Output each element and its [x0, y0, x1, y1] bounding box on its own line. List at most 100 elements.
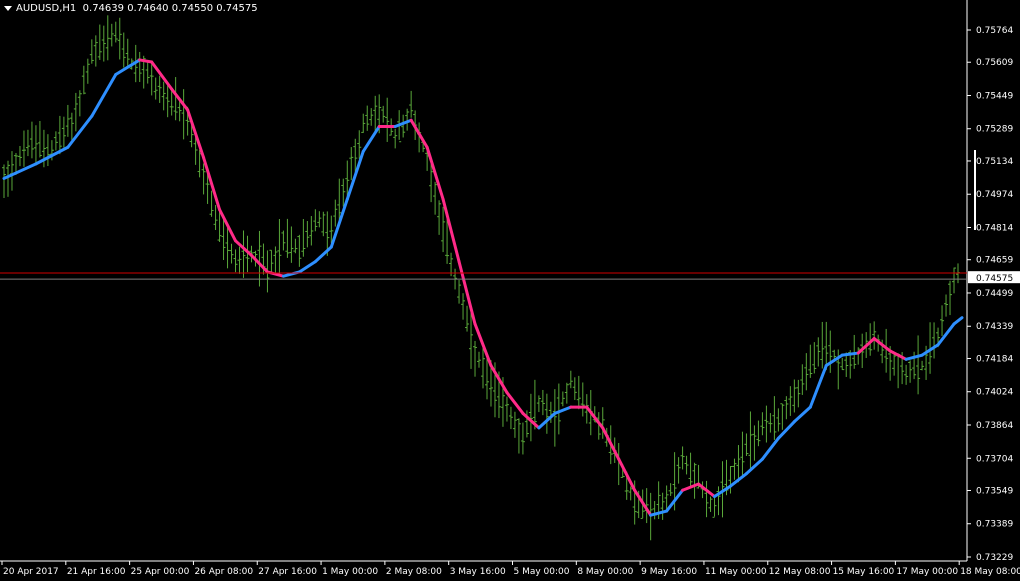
candle-bar — [948, 280, 953, 316]
candle-bar — [285, 218, 290, 258]
candle-bar — [309, 216, 314, 246]
candle-bar — [564, 382, 569, 404]
candle-bar — [157, 75, 162, 103]
candle-bar — [540, 389, 545, 416]
candle-bar — [125, 38, 130, 67]
x-tick-label: 1 May 00:00 — [322, 567, 378, 577]
candle-bar — [852, 334, 857, 369]
ma-segment-up — [744, 457, 764, 476]
x-tick-label: 9 May 16:00 — [641, 567, 697, 577]
y-tick-label: 0.74814 — [976, 223, 1013, 233]
candle-bar — [580, 382, 585, 417]
candle-bar — [361, 113, 366, 133]
candle-bar — [385, 97, 390, 142]
candle-bar — [85, 58, 90, 84]
candle-bar — [437, 200, 442, 235]
ma-segment-down — [150, 60, 174, 91]
candle-bar — [688, 452, 693, 487]
candle-bar — [732, 458, 737, 480]
ma-segment-up — [90, 72, 118, 118]
candle-bar — [792, 379, 797, 413]
candle-bar — [109, 23, 114, 47]
candle-bar — [37, 120, 42, 158]
candle-bar — [788, 386, 793, 416]
candle-bar — [97, 24, 102, 60]
candle-bar — [461, 293, 466, 320]
y-tick-label: 0.74974 — [976, 190, 1013, 200]
ma-segment-up — [808, 364, 828, 409]
candle-bar — [736, 445, 741, 483]
candle-bar — [576, 375, 581, 410]
price-chart[interactable]: 0.75764 0.75609 0.75449 0.75289 0.75134 0.749… — [0, 0, 1020, 581]
candle-bar — [768, 413, 773, 433]
candle-bar — [53, 131, 58, 151]
ma-segment-down — [138, 58, 154, 64]
candle-bar — [652, 500, 657, 520]
candle-bar — [105, 15, 110, 61]
candle-bar — [113, 21, 118, 43]
x-tick-label: 12 May 08:00 — [769, 567, 831, 577]
candle-bar — [740, 431, 745, 477]
candle-bar — [512, 411, 517, 438]
candle-bar — [916, 335, 921, 395]
ma-segment-up — [760, 436, 780, 461]
candle-bar — [321, 211, 326, 237]
candle-bar — [704, 480, 709, 518]
current-price-label: 0.74575 — [976, 274, 1013, 284]
candle-bar — [520, 422, 525, 455]
candle-bar — [952, 267, 957, 294]
candle-bar — [441, 206, 446, 253]
ma-segment-up — [936, 322, 956, 347]
candle-bar — [349, 147, 354, 181]
candle-bar — [676, 457, 681, 484]
candle-bar — [101, 25, 106, 62]
y-tick-label: 0.73389 — [976, 520, 1013, 530]
candle-bar — [892, 352, 897, 376]
candle-bar — [728, 466, 733, 494]
candle-bar — [800, 364, 805, 395]
candle-bar — [680, 446, 685, 470]
ma-segment-up — [792, 405, 812, 424]
candle-bar — [776, 408, 781, 432]
candle-bar — [401, 114, 406, 138]
ma-segment-up — [361, 124, 381, 153]
candle-bar — [473, 340, 478, 377]
ma-segment-up — [904, 353, 924, 361]
y-tick-label: 0.74024 — [976, 388, 1013, 398]
candle-bar — [433, 181, 438, 215]
ma-segment-up — [840, 351, 860, 357]
candle-bar — [137, 51, 142, 82]
candle-bar — [409, 90, 414, 118]
y-tick-label: 0.75289 — [976, 125, 1013, 135]
candle-bar — [508, 406, 513, 430]
candle-bar — [81, 65, 86, 95]
y-tick-label: 0.74499 — [976, 289, 1013, 299]
chart-window[interactable]: AUDUSD,H1 0.74639 0.74640 0.74550 0.7457… — [0, 0, 1020, 581]
x-tick-label: 15 May 16:00 — [833, 567, 895, 577]
candle-bar — [560, 391, 565, 407]
candle-bar — [69, 112, 74, 141]
candle-bar — [305, 220, 310, 248]
candle-bar — [712, 496, 717, 518]
y-tick-label: 0.74184 — [976, 354, 1013, 364]
candle-bar — [944, 294, 949, 317]
ma-segment-up — [649, 509, 669, 517]
candle-bar — [57, 115, 62, 155]
candle-bar — [225, 227, 230, 269]
candle-bar — [772, 396, 777, 440]
candle-bar — [465, 305, 470, 332]
candle-bar — [764, 405, 769, 443]
candle-bar — [9, 151, 14, 191]
candle-bar — [940, 305, 945, 337]
candle-bar — [780, 403, 785, 430]
candle-bar — [229, 243, 234, 264]
candle-bar — [840, 357, 845, 371]
candle-bar — [556, 383, 561, 435]
candle-bar — [748, 411, 753, 469]
candle-bar — [277, 218, 282, 276]
candle-bar — [269, 249, 274, 273]
candle-bar — [477, 351, 482, 368]
candle-bar — [293, 238, 298, 254]
candle-bar — [920, 360, 925, 371]
candle-bar — [816, 337, 821, 367]
